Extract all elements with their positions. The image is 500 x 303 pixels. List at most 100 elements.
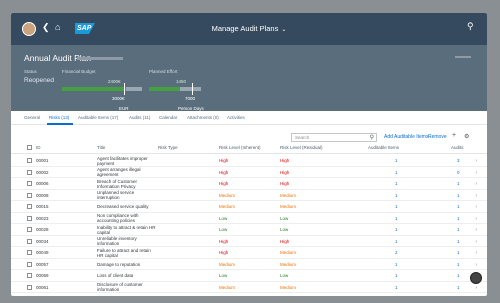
effort-marker (192, 83, 193, 95)
row-checkbox[interactable] (27, 181, 32, 186)
tab-general[interactable]: General (24, 115, 40, 120)
risk-level-residual: High (280, 238, 290, 244)
chevron-right-icon[interactable]: › (475, 285, 477, 291)
audits-count[interactable]: 1 (457, 193, 460, 198)
tab-risks[interactable]: Risks (13) (49, 115, 69, 120)
column-header-audits[interactable]: Audits (451, 145, 464, 150)
audits-count[interactable]: 1 (457, 250, 460, 255)
budget-value: 2400€ (108, 79, 121, 84)
help-button[interactable] (470, 272, 482, 284)
tab-activities[interactable]: Activities (227, 115, 245, 120)
row-checkbox[interactable] (27, 273, 32, 278)
table-row[interactable]: 00023 Non compliance with accounting polic… (11, 213, 487, 224)
row-checkbox[interactable] (27, 192, 32, 198)
audits-count[interactable]: 0 (457, 170, 460, 175)
auditable-items-count[interactable]: 2 (395, 250, 398, 255)
budget-label: Financial Budget (62, 69, 96, 74)
select-all-checkbox[interactable] (27, 145, 32, 150)
row-checkbox[interactable] (27, 261, 32, 267)
risk-level-inherent: High (219, 238, 229, 244)
audits-count[interactable]: 1 (457, 181, 460, 186)
audits-count[interactable]: 1 (457, 273, 460, 278)
table-row[interactable]: 00001 Agent facilitates improper payment Hi… (11, 155, 487, 167)
risk-id: 00001 (36, 158, 49, 163)
row-checkbox[interactable] (27, 158, 32, 163)
search-icon[interactable]: ⚲ (370, 134, 374, 141)
risk-id: 00006 (36, 181, 49, 186)
row-checkbox[interactable] (27, 204, 32, 209)
settings-icon[interactable]: ⚙ (464, 133, 469, 140)
auditable-items-count[interactable]: 1 (395, 285, 398, 290)
column-header-auditable-items[interactable]: Auditable Items (368, 145, 399, 150)
table-row[interactable]: 00015 Decreased service quality Medium Medi… (11, 201, 487, 213)
auditable-items-count[interactable]: 1 (395, 239, 398, 244)
tab-auditable-items[interactable]: Auditable Items (17) (78, 115, 118, 120)
audits-count[interactable]: 1 (457, 204, 460, 209)
audits-count[interactable]: 1 (457, 285, 460, 290)
chevron-right-icon[interactable]: › (475, 158, 477, 164)
row-checkbox[interactable] (27, 169, 32, 175)
add-auditable-items-button[interactable]: Add Auditable Items (384, 134, 428, 140)
table-row[interactable]: 00061 Disclosure of customer information Me… (11, 282, 487, 293)
column-header-id[interactable]: ID (36, 145, 41, 150)
audits-count[interactable]: 1 (457, 216, 460, 221)
table-header: ID Title Risk Type Risk Level (Inherent)… (11, 142, 487, 154)
search-input[interactable]: Search ⚲ (291, 133, 377, 142)
table-row[interactable]: 00049 Failure to attract and retain HR cap… (11, 247, 487, 259)
chevron-right-icon[interactable]: › (475, 250, 477, 256)
auditable-items-count[interactable]: 1 (395, 273, 398, 278)
row-checkbox[interactable] (27, 238, 32, 244)
chevron-right-icon[interactable]: › (475, 216, 477, 222)
risk-id: 00049 (36, 250, 49, 255)
table-row[interactable]: 00002 Agent arranges illegal agreement High… (11, 167, 487, 178)
table-row[interactable]: 00034 Unreliable inventory information High… (11, 236, 487, 247)
object-header: Annual Audit Plan Status Reopened Financ… (11, 45, 487, 111)
auditable-items-count[interactable]: 1 (395, 193, 398, 198)
risk-id: 00061 (36, 284, 49, 290)
row-checkbox[interactable] (27, 215, 32, 221)
chevron-right-icon[interactable]: › (475, 181, 477, 187)
table-row[interactable]: 00059Loss of client dataLowLow11› (11, 270, 487, 282)
table-row[interactable]: 00028 Inability to attract & retain HR cap… (11, 224, 487, 236)
chevron-right-icon[interactable]: › (475, 262, 477, 268)
chevron-right-icon[interactable]: › (475, 170, 477, 176)
auditable-items-count[interactable]: 1 (395, 204, 398, 209)
column-header-risk-type[interactable]: Risk Type (158, 145, 178, 150)
table-row[interactable]: 00008 Unplanned service interruption Medium… (11, 190, 487, 201)
tab-calendar[interactable]: Calendar (159, 115, 177, 120)
risk-level-inherent: High (219, 158, 229, 163)
audits-count[interactable]: 1 (457, 262, 460, 267)
row-checkbox[interactable] (27, 250, 32, 255)
app-title-menu[interactable]: Manage Audit Plans ⌄ (11, 24, 487, 33)
row-checkbox[interactable] (27, 284, 32, 290)
tab-attachments[interactable]: Attachments (0) (187, 115, 219, 120)
tab-audits[interactable]: Audits (11) (129, 115, 150, 120)
chevron-right-icon[interactable]: › (475, 227, 477, 233)
risk-title: capital (97, 229, 111, 235)
search-icon[interactable]: ⚲ (467, 21, 474, 32)
audits-count[interactable]: 3 (457, 158, 460, 163)
column-header-title[interactable]: Title (97, 145, 105, 150)
auditable-items-count[interactable]: 1 (395, 181, 398, 186)
table-row[interactable]: 00006 Breach of Customer Information Priva… (11, 178, 487, 190)
column-header-risk-residual[interactable]: Risk Level (Residual) (280, 145, 323, 150)
chevron-right-icon[interactable]: › (475, 239, 477, 245)
auditable-items-count[interactable]: 1 (395, 158, 398, 163)
risk-title: HR capital (97, 252, 118, 258)
auditable-items-count[interactable]: 1 (395, 227, 398, 232)
table-row[interactable]: 00057 Damage to reputation Medium Medium 1 1 › (11, 259, 487, 270)
remove-button[interactable]: Remove (428, 134, 447, 140)
chevron-right-icon[interactable]: › (475, 204, 477, 210)
chevron-right-icon[interactable]: › (475, 193, 477, 199)
auditable-items-count[interactable]: 1 (395, 170, 398, 175)
auditable-items-count[interactable]: 1 (395, 216, 398, 221)
risk-id: 00034 (36, 238, 49, 244)
add-icon[interactable]: + (452, 132, 456, 139)
audits-count[interactable]: 1 (457, 239, 460, 244)
column-header-risk-inherent[interactable]: Risk Level (Inherent) (219, 145, 261, 150)
active-tab-indicator (47, 123, 73, 125)
audits-count[interactable]: 1 (457, 227, 460, 232)
row-checkbox[interactable] (27, 227, 32, 232)
auditable-items-count[interactable]: 1 (395, 262, 398, 267)
effort-value: 1450 (176, 79, 187, 84)
